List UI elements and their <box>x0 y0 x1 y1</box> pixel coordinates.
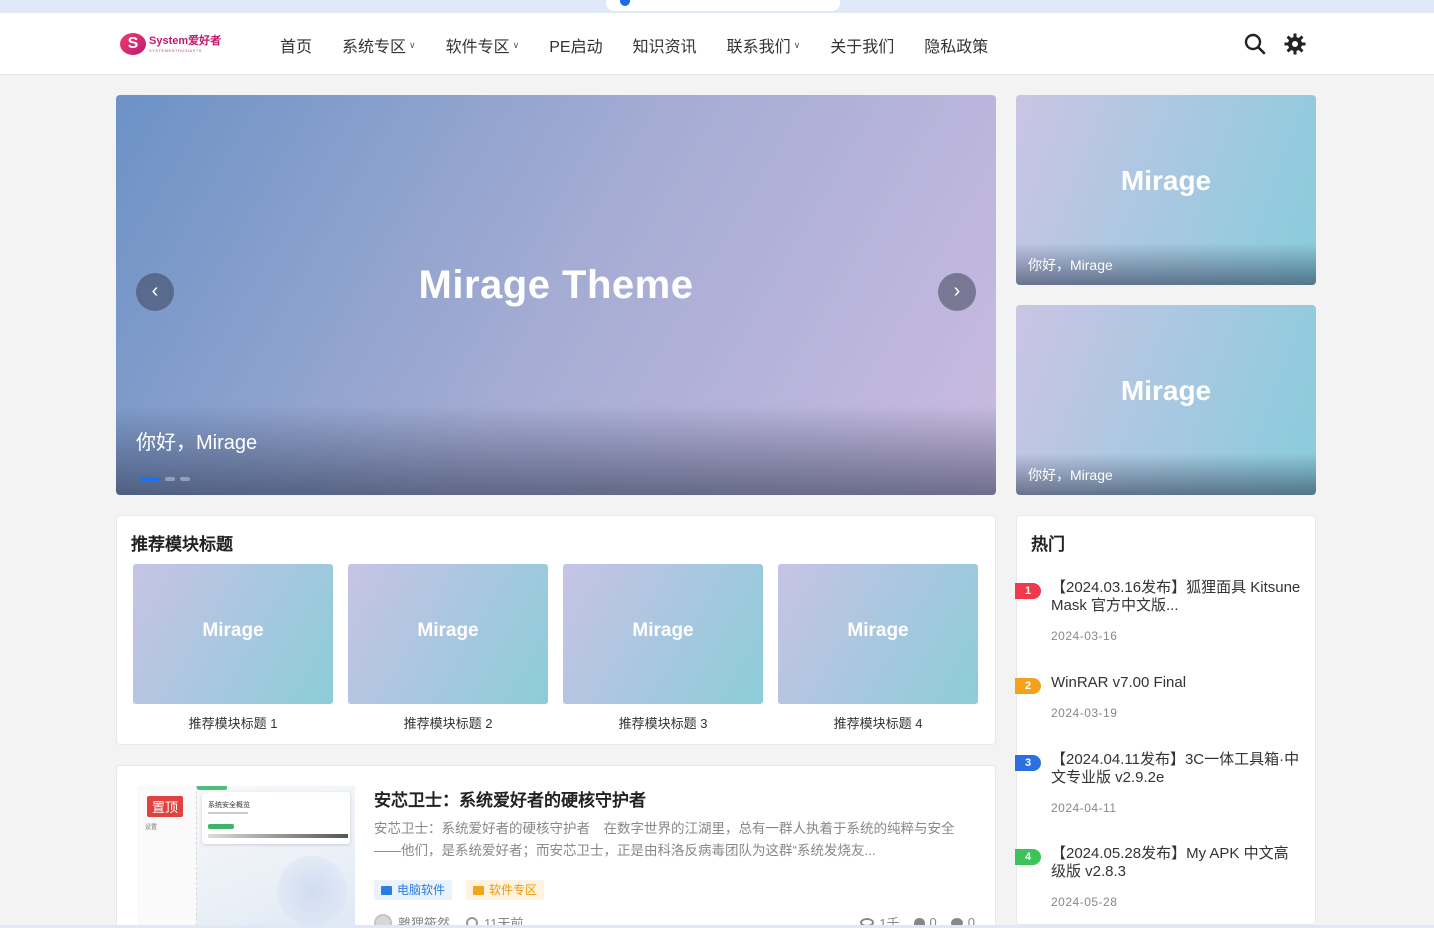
hot-item-date: 2024-04-11 <box>1051 801 1117 815</box>
chevron-down-icon: ∨ <box>512 39 520 50</box>
tag-pc-software[interactable]: 电脑软件 <box>374 880 453 900</box>
rank-badge: 4 <box>1015 849 1041 865</box>
side-banner-caption: 你好，Mirage <box>1028 257 1113 273</box>
recommend-item[interactable]: Mirage 推荐模块标题 2 <box>348 564 548 732</box>
browser-tab-strip <box>0 0 1434 13</box>
hot-item-title: 【2024.05.28发布】My APK 中文高级版 v2.8.3 <box>1051 845 1289 880</box>
gear-icon[interactable] <box>1283 32 1307 56</box>
recommend-module: 推荐模块标题 Mirage 推荐模块标题 1 Mirage 推荐模块标题 2 M… <box>116 515 996 745</box>
hot-item-title: WinRAR v7.00 Final <box>1051 674 1187 691</box>
recommend-thumbnail: Mirage <box>563 564 763 704</box>
side-banner[interactable]: Mirage 你好，Mirage <box>1016 305 1316 495</box>
carousel-dots <box>140 477 190 481</box>
sticky-badge: 置顶 <box>147 796 184 817</box>
recommend-item-label: 推荐模块标题 1 <box>188 716 278 731</box>
main-nav: 首页 系统专区 ∨ 软件专区 ∨ PE启动 知识资讯 联系我们 ∨ 关于我们 隐私政策 <box>265 32 1003 58</box>
carousel-prev-button[interactable]: ‹ <box>136 273 174 311</box>
main-carousel[interactable]: Mirage Theme 你好，Mirage ‹ › <box>116 95 996 495</box>
recommend-item-label: 推荐模块标题 3 <box>618 716 708 731</box>
nav-item-software[interactable]: 软件专区 ∨ <box>431 33 535 57</box>
post-card: 设置 系统安全概览 置顶 安芯卫士：系统爱好者的硬核守护者 安芯卫士：系统爱好者… <box>116 765 996 928</box>
side-banner-caption: 你好，Mirage <box>1028 467 1113 483</box>
nav-item-about[interactable]: 关于我们 <box>815 33 909 57</box>
hot-item-date: 2024-05-28 <box>1051 895 1118 909</box>
recommend-title: 推荐模块标题 <box>131 535 233 554</box>
folder-icon <box>473 885 484 895</box>
hot-item-date: 2024-03-19 <box>1051 706 1118 720</box>
site-header: S System爱好者 SYSTEMENTHUSIASTS 首页 系统专区 ∨ 软… <box>0 13 1434 75</box>
recommend-thumbnail: Mirage <box>778 564 978 704</box>
recommend-item[interactable]: Mirage 推荐模块标题 4 <box>778 564 978 732</box>
rank-badge: 1 <box>1015 583 1041 599</box>
recommend-item[interactable]: Mirage 推荐模块标题 1 <box>133 564 333 732</box>
post-title[interactable]: 安芯卫士：系统爱好者的硬核守护者 <box>374 786 646 811</box>
browser-tab[interactable] <box>606 0 840 11</box>
logo-mark-icon: S <box>120 33 146 55</box>
nav-item-privacy[interactable]: 隐私政策 <box>909 33 1003 57</box>
carousel-image-text: Mirage Theme <box>418 263 694 307</box>
carousel-dot[interactable] <box>180 477 190 481</box>
hot-title: 热门 <box>1031 535 1065 554</box>
rank-badge: 3 <box>1015 755 1041 771</box>
recommend-thumbnail: Mirage <box>133 564 333 704</box>
nav-item-home[interactable]: 首页 <box>265 33 327 57</box>
carousel-dot[interactable] <box>165 477 175 481</box>
carousel-dot[interactable] <box>140 477 160 481</box>
folder-icon <box>381 885 392 895</box>
nav-item-system[interactable]: 系统专区 ∨ <box>327 33 431 57</box>
post-excerpt: 安芯卫士：系统爱好者的硬核守护者 在数字世界的江湖里，总有一群人执着于系统的纯粹… <box>374 821 955 858</box>
recommend-item-label: 推荐模块标题 4 <box>833 716 923 731</box>
recommend-item-label: 推荐模块标题 2 <box>403 716 493 731</box>
nav-item-news[interactable]: 知识资讯 <box>618 33 712 57</box>
chevron-down-icon: ∨ <box>793 39 801 50</box>
hot-item-title: 【2024.04.11发布】3C一体工具箱·中文专业版 v2.9.2e <box>1051 751 1300 786</box>
carousel-next-button[interactable]: › <box>938 273 976 311</box>
post-thumbnail[interactable]: 设置 系统安全概览 置顶 <box>137 786 355 928</box>
browser-favicon-icon <box>620 0 630 6</box>
side-banner[interactable]: Mirage 你好，Mirage <box>1016 95 1316 285</box>
tag-software-zone[interactable]: 软件专区 <box>466 880 545 900</box>
logo-subtext: SYSTEMENTHUSIASTS <box>149 47 202 53</box>
chevron-down-icon: ∨ <box>409 39 416 50</box>
rank-badge: 2 <box>1015 678 1041 694</box>
search-icon[interactable] <box>1243 32 1267 56</box>
nav-item-contact[interactable]: 联系我们 ∨ <box>712 33 816 57</box>
site-logo[interactable]: S System爱好者 SYSTEMENTHUSIASTS <box>120 33 221 55</box>
recommend-item[interactable]: Mirage 推荐模块标题 3 <box>563 564 763 732</box>
logo-text: System爱好者 <box>149 34 222 47</box>
nav-item-pe[interactable]: PE启动 <box>534 33 617 57</box>
hot-item-title: 【2024.03.16发布】狐狸面具 Kitsune Mask 官方中文版... <box>1051 579 1301 614</box>
hot-posts-widget: 热门 1 【2024.03.16发布】狐狸面具 Kitsune Mask 官方中… <box>1015 515 1316 925</box>
carousel-caption: 你好，Mirage <box>136 432 258 454</box>
hot-item-date: 2024-03-16 <box>1051 629 1118 643</box>
recommend-thumbnail: Mirage <box>348 564 548 704</box>
